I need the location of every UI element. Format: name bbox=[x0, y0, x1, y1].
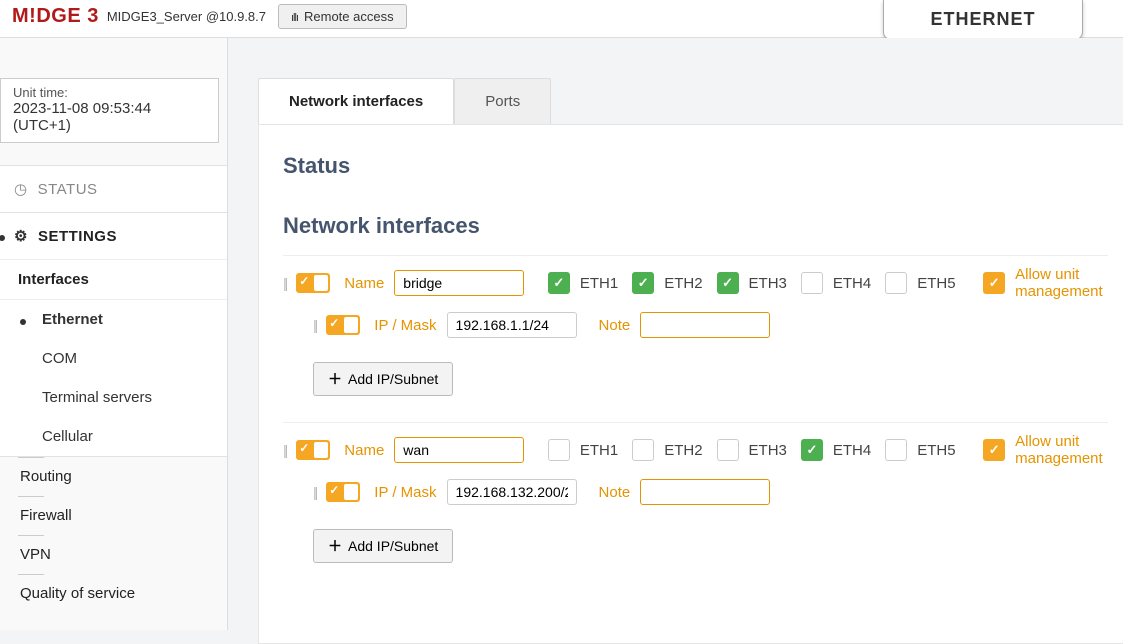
enable-toggle[interactable] bbox=[326, 482, 360, 502]
nav-interfaces[interactable]: Interfaces bbox=[0, 259, 227, 299]
ip-row: || IP / Mask Note bbox=[283, 308, 1108, 348]
nav-firewall[interactable]: Firewall bbox=[0, 496, 227, 535]
main: Network interfaces Ports Status Network … bbox=[228, 38, 1123, 630]
eth1-label: ETH1 bbox=[580, 275, 618, 292]
eth2-label: ETH2 bbox=[664, 442, 702, 459]
sidebar: Unit time: 2023-11-08 09:53:44 (UTC+1) S… bbox=[0, 38, 228, 630]
meter-icon bbox=[14, 180, 28, 198]
tab-network-interfaces[interactable]: Network interfaces bbox=[258, 78, 454, 124]
add-ip-label: Add IP/Subnet bbox=[348, 371, 438, 387]
nav-status-label: STATUS bbox=[38, 181, 98, 198]
nav-vpn[interactable]: VPN bbox=[0, 535, 227, 574]
eth2-checkbox[interactable]: ✓ bbox=[632, 272, 654, 294]
unit-time-value: 2023-11-08 09:53:44 (UTC+1) bbox=[13, 100, 206, 134]
enable-toggle[interactable] bbox=[326, 315, 360, 335]
eth1-label: ETH1 bbox=[580, 442, 618, 459]
eth5-checkbox[interactable] bbox=[885, 272, 907, 294]
drag-handle-icon[interactable]: || bbox=[283, 275, 286, 291]
signal-icon bbox=[291, 9, 298, 24]
eth4-checkbox[interactable] bbox=[801, 272, 823, 294]
ipmask-input[interactable] bbox=[447, 479, 577, 505]
enable-toggle[interactable] bbox=[296, 273, 330, 293]
note-label: Note bbox=[599, 484, 631, 501]
name-label: Name bbox=[344, 275, 384, 292]
nav-routing[interactable]: Routing bbox=[0, 457, 227, 496]
eth3-checkbox[interactable]: ✓ bbox=[717, 272, 739, 294]
plus-icon: ＋ bbox=[328, 536, 342, 556]
panel: Status Network interfaces || Name ✓ ETH1 … bbox=[258, 124, 1123, 644]
eth5-label: ETH5 bbox=[917, 442, 955, 459]
drag-handle-icon[interactable]: || bbox=[313, 317, 316, 333]
ip-row: || IP / Mask Note bbox=[283, 475, 1108, 515]
nav-cellular[interactable]: Cellular bbox=[0, 417, 227, 456]
unit-time-label: Unit time: bbox=[13, 85, 206, 100]
nav-com[interactable]: COM bbox=[0, 339, 227, 378]
remote-access-button[interactable]: Remote access bbox=[278, 4, 407, 29]
tab-ports[interactable]: Ports bbox=[454, 78, 551, 124]
note-input[interactable] bbox=[640, 312, 770, 338]
name-label: Name bbox=[344, 442, 384, 459]
nav-settings-label: SETTINGS bbox=[38, 228, 117, 245]
add-ip-button[interactable]: ＋ Add IP/Subnet bbox=[313, 362, 453, 396]
allow-mgmt-checkbox[interactable]: ✓ bbox=[983, 272, 1005, 294]
eth4-label: ETH4 bbox=[833, 275, 871, 292]
allow-mgmt-checkbox[interactable]: ✓ bbox=[983, 439, 1005, 461]
status-heading: Status bbox=[283, 153, 1108, 179]
eth5-checkbox[interactable] bbox=[885, 439, 907, 461]
interface-row: || Name ✓ ETH1 ✓ ETH2 ✓ ETH3 ETH4 ETH5 ✓ Al… bbox=[283, 255, 1108, 308]
tabrow: Network interfaces Ports bbox=[258, 78, 1123, 124]
ni-heading: Network interfaces bbox=[283, 213, 1108, 239]
nav-terminal[interactable]: Terminal servers bbox=[0, 378, 227, 417]
drag-handle-icon[interactable]: || bbox=[283, 442, 286, 458]
nav-status[interactable]: STATUS bbox=[0, 165, 227, 212]
nav-qos[interactable]: Quality of service bbox=[0, 574, 227, 613]
unit-time-box: Unit time: 2023-11-08 09:53:44 (UTC+1) bbox=[0, 78, 219, 143]
gear-icon bbox=[14, 227, 28, 245]
add-ip-button[interactable]: ＋ Add IP/Subnet bbox=[313, 529, 453, 563]
nav-ethernet[interactable]: Ethernet bbox=[0, 299, 227, 339]
eth3-checkbox[interactable] bbox=[717, 439, 739, 461]
ipmask-label: IP / Mask bbox=[374, 484, 436, 501]
eth4-checkbox[interactable]: ✓ bbox=[801, 439, 823, 461]
drag-handle-icon[interactable]: || bbox=[313, 484, 316, 500]
allow-mgmt-label: Allow unit management bbox=[1015, 433, 1107, 467]
ipmask-label: IP / Mask bbox=[374, 317, 436, 334]
name-input[interactable] bbox=[394, 437, 524, 463]
eth2-checkbox[interactable] bbox=[632, 439, 654, 461]
note-input[interactable] bbox=[640, 479, 770, 505]
interface-row: || Name ETH1 ETH2 ETH3 ✓ ETH4 ETH5 ✓ Allo… bbox=[283, 422, 1108, 475]
eth3-label: ETH3 bbox=[749, 442, 787, 459]
eth1-checkbox[interactable] bbox=[548, 439, 570, 461]
nav-settings[interactable]: SETTINGS bbox=[0, 212, 227, 259]
eth3-label: ETH3 bbox=[749, 275, 787, 292]
add-ip-label: Add IP/Subnet bbox=[348, 538, 438, 554]
remote-access-label: Remote access bbox=[304, 9, 394, 24]
host-label: MIDGE3_Server @10.9.8.7 bbox=[107, 9, 266, 24]
allow-mgmt-label: Allow unit management bbox=[1015, 266, 1107, 300]
page-flag: ETHERNET bbox=[883, 0, 1083, 40]
plus-icon: ＋ bbox=[328, 369, 342, 389]
brand-logo: M!DGE 3 bbox=[12, 5, 99, 28]
enable-toggle[interactable] bbox=[296, 440, 330, 460]
eth5-label: ETH5 bbox=[917, 275, 955, 292]
name-input[interactable] bbox=[394, 270, 524, 296]
ipmask-input[interactable] bbox=[447, 312, 577, 338]
nav-ethernet-label: Ethernet bbox=[42, 311, 103, 328]
note-label: Note bbox=[599, 317, 631, 334]
eth1-checkbox[interactable]: ✓ bbox=[548, 272, 570, 294]
eth4-label: ETH4 bbox=[833, 442, 871, 459]
eth2-label: ETH2 bbox=[664, 275, 702, 292]
